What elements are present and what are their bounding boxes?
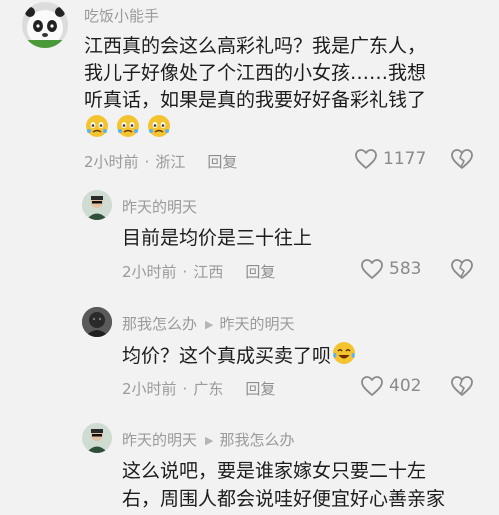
play-triangle-icon: ▶ xyxy=(205,318,214,331)
comment-text-line: 这么说吧，要是谁家嫁女只要二十左 xyxy=(122,460,427,482)
reply-button[interactable]: 回复 xyxy=(207,153,237,171)
avatar[interactable] xyxy=(82,190,112,220)
avatar[interactable] xyxy=(82,307,112,337)
username[interactable]: 那我怎么办 xyxy=(122,315,197,333)
like-count: 402 xyxy=(389,376,422,396)
dislike-button[interactable] xyxy=(450,148,474,174)
comment-meta: 2小时前 · 广东 回复 xyxy=(122,380,276,398)
play-triangle-icon: ▶ xyxy=(205,434,214,447)
emoji-row xyxy=(84,113,172,143)
dislike-button[interactable] xyxy=(450,375,474,401)
avatar-image xyxy=(82,190,112,220)
reply-header: 那我怎么办 ▶ 昨天的明天 xyxy=(122,313,295,334)
location: 广东 xyxy=(193,380,224,398)
broken-heart-icon xyxy=(451,149,473,169)
comment-meta: 2小时前 · 江西 回复 xyxy=(122,263,276,281)
like-button[interactable]: 583 xyxy=(360,258,421,280)
location: 浙江 xyxy=(155,153,186,171)
timestamp: 2小时前 xyxy=(122,263,177,281)
heart-outline-icon xyxy=(355,149,377,169)
dislike-button[interactable] xyxy=(450,258,474,284)
panda-avatar-image xyxy=(22,2,68,48)
worried-face-emoji xyxy=(146,113,172,143)
location: 江西 xyxy=(193,263,224,281)
like-button[interactable]: 402 xyxy=(360,375,421,397)
broken-heart-icon xyxy=(451,376,473,396)
avatar[interactable] xyxy=(22,2,68,48)
comment-meta: 2小时前 · 浙江 回复 xyxy=(84,153,238,171)
like-count: 1177 xyxy=(383,149,427,169)
username[interactable]: 昨天的明天 xyxy=(122,196,197,217)
username[interactable]: 吃饭小能手 xyxy=(84,5,159,26)
comment-text-line: 目前是均价是三十往上 xyxy=(122,227,313,249)
like-count: 583 xyxy=(389,259,422,279)
heart-outline-icon xyxy=(361,376,383,396)
reply-header: 昨天的明天 ▶ 那我怎么办 xyxy=(122,429,295,450)
like-button[interactable]: 1177 xyxy=(354,148,426,170)
heart-outline-icon xyxy=(361,259,383,279)
avatar-image xyxy=(82,423,112,453)
worried-face-emoji xyxy=(84,113,110,143)
comment-text-line: 我儿子好像处了个江西的小女孩……我想 xyxy=(84,62,427,84)
comment-text-line: 听真话，如果是真的我要好好备彩礼钱了 xyxy=(84,89,427,111)
comment-text-line: 右，周围人都会说哇好便宜好心善亲家 xyxy=(122,488,446,510)
reply-to-username[interactable]: 昨天的明天 xyxy=(219,315,294,333)
timestamp: 2小时前 xyxy=(84,153,139,171)
username[interactable]: 昨天的明天 xyxy=(122,431,197,449)
timestamp: 2小时前 xyxy=(122,380,177,398)
comment-text-line: 江西真的会这么高彩礼吗？我是广东人， xyxy=(84,35,427,57)
broken-heart-icon xyxy=(451,259,473,279)
worried-face-emoji xyxy=(115,113,141,143)
reply-button[interactable]: 回复 xyxy=(245,380,275,398)
reply-to-username[interactable]: 那我怎么办 xyxy=(219,431,294,449)
avatar[interactable] xyxy=(82,423,112,453)
reply-button[interactable]: 回复 xyxy=(245,263,275,281)
comment-text: 均价？这个真成买卖了呗 xyxy=(122,345,332,367)
tears-of-joy-emoji xyxy=(331,340,357,374)
avatar-image xyxy=(82,307,112,337)
comment-text-line: 均价？这个真成买卖了呗 xyxy=(122,340,357,374)
